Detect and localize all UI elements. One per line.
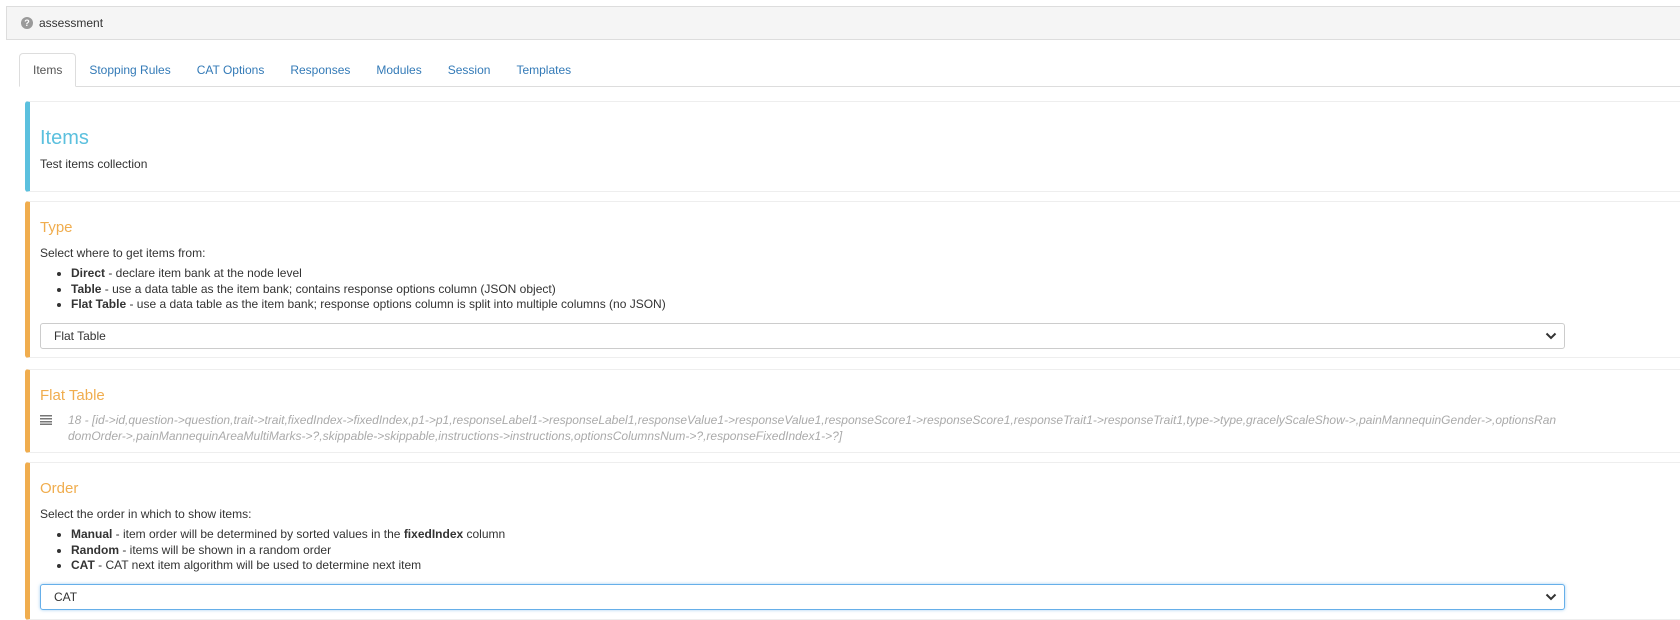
flat-table-mapping: 18 - [id->id,question->question,trait->t… [68, 413, 1557, 443]
flat-table-callout: Flat Table 18 - [id->id,question->questi… [25, 369, 1680, 453]
order-description: Select the order in which to show items: [40, 507, 252, 521]
items-description: Test items collection [40, 157, 148, 171]
type-description: Select where to get items from: [40, 246, 206, 260]
tab-stopping-rules[interactable]: Stopping Rules [76, 53, 183, 86]
type-select-value: Flat Table [54, 329, 106, 343]
tab-items[interactable]: Items [19, 53, 77, 87]
type-title: Type [40, 219, 73, 236]
order-select[interactable]: CAT [40, 584, 1565, 610]
items-callout: Items Test items collection [25, 101, 1680, 192]
items-title: Items [40, 127, 89, 149]
tab-modules[interactable]: Modules [363, 53, 434, 86]
list-item: Flat Table - use a data table as the ite… [71, 297, 1680, 313]
tab-session[interactable]: Session [435, 53, 504, 86]
order-title: Order [40, 480, 79, 497]
list-item: Manual - item order will be determined b… [71, 527, 1680, 543]
list-item: CAT - CAT next item algorithm will be us… [71, 558, 1680, 574]
order-callout: Order Select the order in which to show … [25, 462, 1680, 620]
order-options-list: Manual - item order will be determined b… [40, 527, 1680, 574]
chevron-down-icon [1545, 332, 1557, 340]
list-item: Random - items will be shown in a random… [71, 543, 1680, 559]
tab-templates[interactable]: Templates [503, 53, 584, 86]
flat-table-title: Flat Table [40, 387, 105, 404]
list-icon [40, 415, 52, 425]
chevron-down-icon [1545, 593, 1557, 601]
tab-responses[interactable]: Responses [277, 53, 363, 86]
list-item: Table - use a data table as the item ban… [71, 282, 1680, 298]
panel-title: assessment [39, 16, 104, 30]
flat-table-row[interactable]: 18 - [id->id,question->question,trait->t… [40, 413, 1680, 444]
panel-header: ? assessment [6, 6, 1680, 40]
type-options-list: Direct - declare item bank at the node l… [40, 266, 1680, 313]
tab-cat-options[interactable]: CAT Options [184, 53, 278, 86]
help-icon[interactable]: ? [21, 17, 33, 29]
type-select[interactable]: Flat Table [40, 323, 1565, 349]
order-select-value: CAT [54, 590, 78, 604]
type-callout: Type Select where to get items from: Dir… [25, 201, 1680, 358]
tab-bar: Items Stopping Rules CAT Options Respons… [19, 53, 1680, 87]
list-item: Direct - declare item bank at the node l… [71, 266, 1680, 282]
